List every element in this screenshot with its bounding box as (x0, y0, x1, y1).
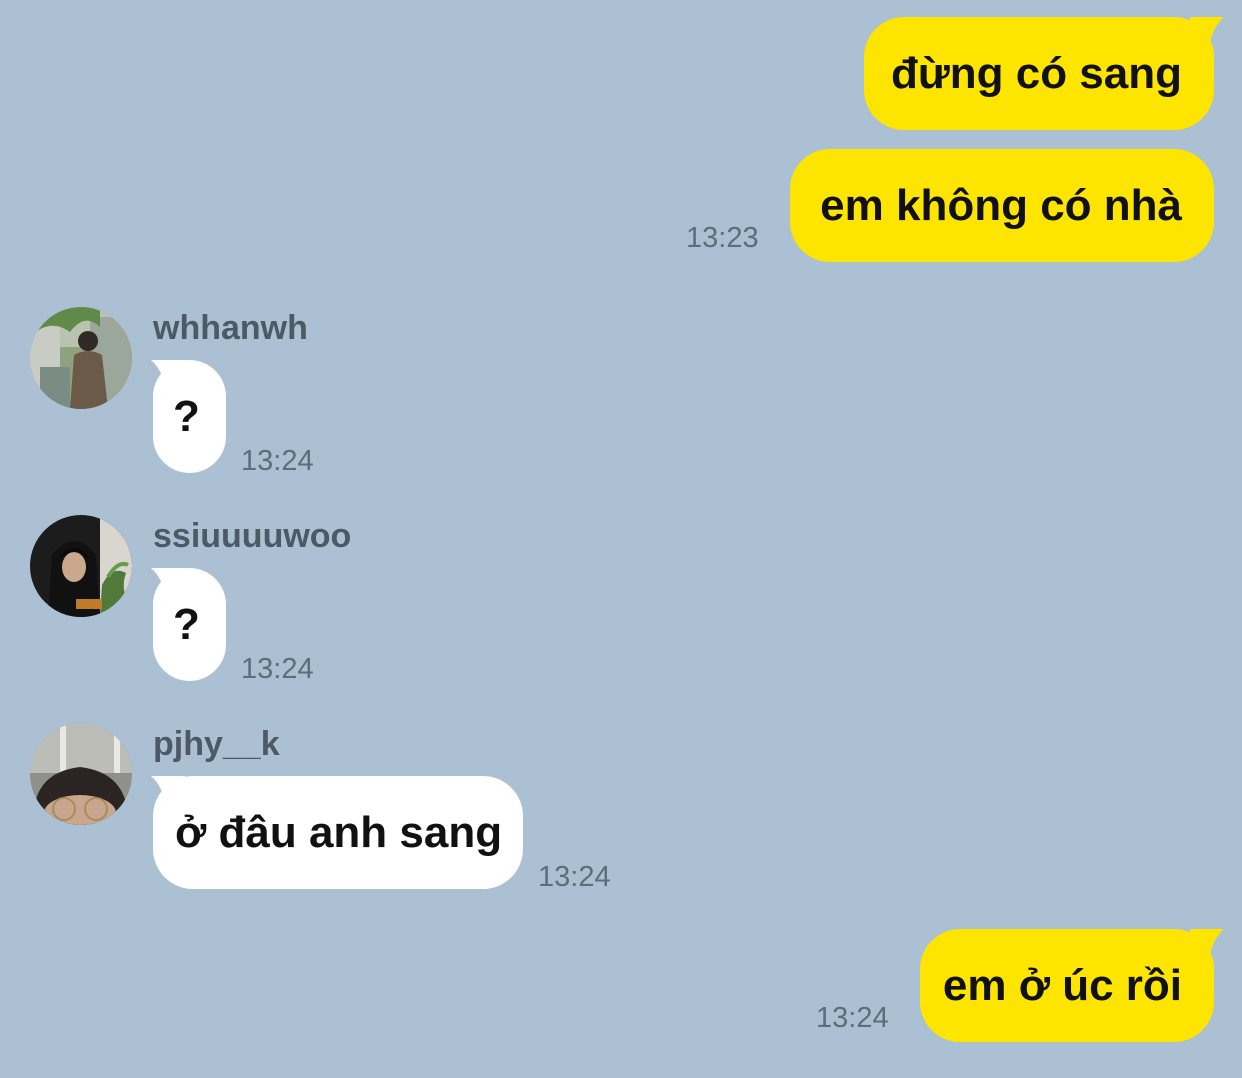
sender-name: pjhy__k (153, 725, 280, 763)
avatar[interactable] (30, 723, 132, 825)
message-text: ở đâu anh sang (175, 807, 503, 857)
message-timestamp: 13:24 (816, 1002, 889, 1034)
message-timestamp: 13:23 (686, 222, 759, 254)
avatar[interactable] (30, 307, 132, 409)
message-text: ? (173, 391, 200, 441)
message-timestamp: 13:24 (241, 653, 314, 685)
outgoing-message-bubble[interactable]: em không có nhà (790, 149, 1214, 262)
message-timestamp: 13:24 (538, 861, 611, 893)
bubble-tail-icon (151, 568, 185, 602)
sender-name: whhanwh (153, 309, 308, 347)
outgoing-message-bubble[interactable]: em ở úc rồi (920, 929, 1214, 1042)
message-text: đừng có sang (891, 48, 1182, 98)
incoming-message-bubble[interactable]: ở đâu anh sang (153, 776, 523, 889)
avatar-person-hood-icon (30, 515, 132, 617)
message-timestamp: 13:24 (241, 445, 314, 477)
message-text: em không có nhà (820, 180, 1182, 230)
bubble-tail-icon (151, 776, 185, 810)
outgoing-message-bubble[interactable]: đừng có sang (864, 17, 1214, 130)
avatar-person-street-icon (30, 307, 132, 409)
sender-name: ssiuuuuwoo (153, 517, 352, 555)
avatar-person-glasses-icon (30, 723, 132, 825)
chat-view[interactable]: đừng có sang em không có nhà 13:23 whhan… (0, 0, 1242, 1078)
bubble-tail-icon (1190, 929, 1224, 963)
message-text: em ở úc rồi (942, 960, 1182, 1010)
bubble-tail-icon (1190, 17, 1224, 51)
avatar[interactable] (30, 515, 132, 617)
message-text: ? (173, 599, 200, 649)
bubble-tail-icon (151, 360, 185, 394)
